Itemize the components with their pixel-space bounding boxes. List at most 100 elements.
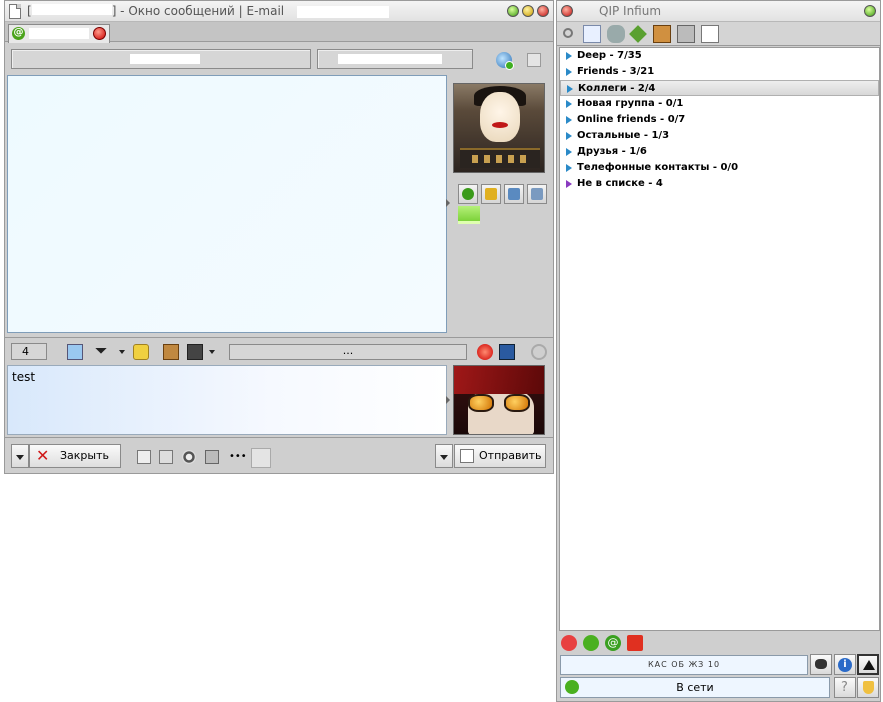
status-selector[interactable]: В сети [560, 677, 830, 698]
radio-icon[interactable] [563, 28, 573, 38]
contact-list-window: QIP Infium Deep - 7/35 Friends - 3/21 Ко… [556, 0, 881, 702]
message-window-title: [] - Окно сообщений | E-mail [27, 4, 285, 18]
close-icon: ✕ [36, 446, 50, 465]
char-counter: 4 [11, 343, 47, 360]
privacy-button[interactable] [810, 654, 832, 675]
group-item[interactable]: Коллеги - 2/4 [560, 80, 879, 96]
window-icon [531, 188, 543, 200]
message-input[interactable]: test [7, 365, 447, 435]
minimize-button[interactable] [864, 5, 876, 17]
input-toolbar: 4 ... [5, 337, 553, 365]
group-item[interactable]: Deep - 7/35 [560, 48, 879, 64]
flower-icon[interactable] [583, 635, 599, 651]
translit-icon[interactable] [137, 450, 151, 464]
info-button[interactable]: i [834, 654, 856, 675]
contact-avatar [453, 83, 545, 173]
close-button-label: Закрыть [60, 449, 109, 462]
message-window: [] - Окно сообщений | E-mail @ 4 ... tes… [4, 0, 554, 474]
splitter-arrow-icon[interactable] [446, 396, 450, 404]
menu-button[interactable] [857, 654, 879, 675]
save-dropdown-icon[interactable] [209, 350, 215, 354]
contact-email-field[interactable] [317, 49, 473, 69]
message-input-text: test [12, 370, 36, 384]
smiley-image-icon[interactable] [67, 344, 83, 360]
email-at-icon: @ [12, 27, 25, 40]
add-contact-button[interactable] [458, 184, 478, 204]
contact-list-titlebar[interactable]: QIP Infium [557, 1, 880, 22]
chat-tab-label [29, 28, 89, 39]
close-tab-icon[interactable] [93, 27, 106, 40]
contact-status-indicator [458, 206, 480, 224]
book-icon[interactable] [163, 344, 179, 360]
splitter-arrow-icon[interactable] [446, 199, 450, 207]
own-avatar [453, 365, 545, 435]
send-button[interactable]: Отправить [454, 444, 546, 468]
send-options-dropdown[interactable] [435, 444, 453, 468]
window-options-button[interactable] [527, 184, 547, 204]
chat-history[interactable] [7, 75, 447, 333]
contact-name-field[interactable] [11, 49, 311, 69]
send-button-label: Отправить [479, 449, 542, 462]
edit-contact-button[interactable] [481, 184, 501, 204]
photo-button[interactable] [504, 184, 524, 204]
contact-tools [458, 184, 547, 204]
forward-icon[interactable]: ••• [229, 450, 247, 464]
pen-icon[interactable] [251, 448, 271, 468]
close-options-dropdown[interactable] [11, 444, 29, 468]
document-icon [9, 4, 21, 19]
close-button[interactable]: ✕ Закрыть [29, 444, 121, 468]
folder-icon[interactable] [583, 25, 601, 43]
mushroom-icon[interactable] [607, 25, 625, 43]
close-window-button[interactable] [537, 5, 549, 17]
shield-icon [863, 681, 874, 694]
service-icon[interactable] [627, 635, 643, 651]
message-progress: ... [229, 344, 467, 360]
icq-user-icon[interactable] [561, 635, 577, 651]
layout-icon[interactable] [499, 344, 515, 360]
close-window-button[interactable] [561, 5, 573, 17]
bottom-bar: ✕ Закрыть ••• Отправить [5, 437, 553, 473]
contact-groups-list[interactable]: Deep - 7/35 Friends - 3/21 Коллеги - 2/4… [559, 47, 880, 631]
keyboard-icon[interactable] [159, 450, 173, 464]
smile-icon[interactable] [133, 344, 149, 360]
group-item[interactable]: Остальные - 1/3 [560, 128, 879, 144]
save-icon[interactable] [187, 344, 203, 360]
message-window-titlebar[interactable]: [] - Окно сообщений | E-mail [5, 1, 553, 22]
chat-tabbar: @ [5, 22, 553, 43]
group-item[interactable]: Телефонные контакты - 0/0 [560, 160, 879, 176]
camera-icon [508, 188, 520, 200]
group-item[interactable]: Новая группа - 0/1 [560, 96, 879, 112]
minimize-button[interactable] [507, 5, 519, 17]
email-at-icon[interactable]: @ [605, 635, 621, 651]
disabled-icon [531, 344, 547, 360]
tools-icon[interactable] [205, 450, 219, 464]
tools-icon[interactable] [677, 25, 695, 43]
chat-tab[interactable]: @ [8, 24, 110, 43]
group-item[interactable]: Friends - 3/21 [560, 64, 879, 80]
question-icon: ? [841, 680, 848, 695]
group-item[interactable]: Не в списке - 4 [560, 176, 879, 192]
book-icon[interactable] [653, 25, 671, 43]
eye-icon [815, 659, 827, 669]
stop-icon[interactable] [477, 344, 493, 360]
document-icon[interactable] [701, 25, 719, 43]
web-info-icon[interactable] [496, 52, 514, 70]
group-item[interactable]: Online friends - 0/7 [560, 112, 879, 128]
help-button[interactable]: ? [834, 677, 856, 698]
status-text: В сети [676, 681, 714, 694]
group-item[interactable]: Друзья - 1/6 [560, 144, 879, 160]
contact-list-title: QIP Infium [599, 4, 662, 18]
xstatus-bar[interactable]: КАС ОБ ЖЗ 10 [560, 655, 808, 675]
history-icon[interactable] [527, 53, 541, 67]
add-user-icon [462, 188, 474, 200]
cursor-icon[interactable] [95, 342, 107, 354]
redacted-email [297, 6, 389, 18]
info-icon: i [838, 658, 852, 672]
triangle-up-icon [863, 660, 875, 670]
diamond-icon[interactable] [629, 25, 647, 43]
online-status-icon [565, 680, 579, 694]
cursor-dropdown-icon[interactable] [119, 350, 125, 354]
spiral-icon[interactable] [182, 450, 196, 464]
maximize-button[interactable] [522, 5, 534, 17]
security-button[interactable] [857, 677, 879, 698]
